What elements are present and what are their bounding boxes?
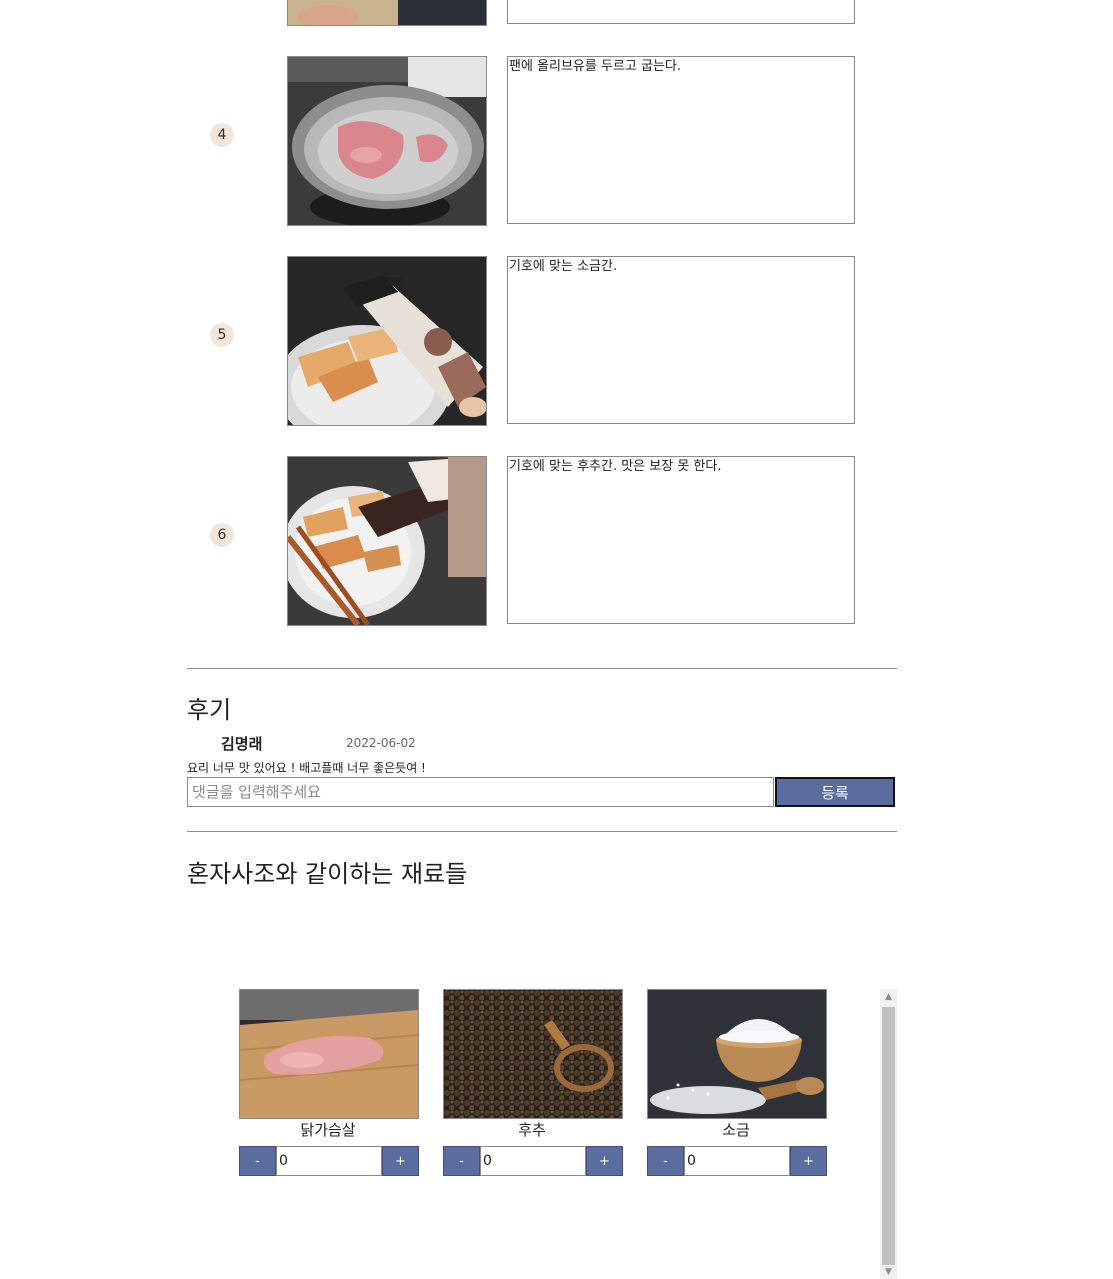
review-date: 2022-06-02 [346, 736, 416, 750]
step-3-photo-icon [288, 0, 486, 25]
ingredients-title: 혼자사조와 같이하는 재료들 [187, 860, 468, 888]
ingredient-image [647, 989, 827, 1119]
step-3-image [287, 0, 487, 26]
ingredient-image [239, 989, 419, 1119]
scroll-up-arrow-icon[interactable]: ▲ [880, 989, 897, 1006]
ingredient-name: 닭가슴살 [300, 1121, 356, 1139]
ingredient-name: 후추 [518, 1121, 546, 1139]
ingredient-name: 소금 [722, 1121, 750, 1139]
step-3-description[interactable] [507, 0, 855, 24]
reviews-title: 후기 [187, 696, 232, 724]
comment-input[interactable] [187, 777, 774, 807]
review-body: 요리 너무 맛 있어요 ! 배고플때 너무 좋은듯여 ! [187, 761, 426, 775]
chicken-breast-photo-icon [240, 990, 418, 1118]
pepper-grinder-photo-icon [288, 457, 486, 625]
decrease-quantity-button[interactable]: - [239, 1146, 276, 1176]
section-divider [187, 668, 897, 669]
pan-with-meat-photo-icon [288, 57, 486, 225]
step-6-description[interactable]: 기호에 맞는 후추간. 맛은 보장 못 한다. [507, 456, 855, 624]
step-number: 5 [210, 323, 234, 347]
increase-quantity-button[interactable]: + [586, 1146, 623, 1176]
step-4-image [287, 56, 487, 226]
increase-quantity-button[interactable]: + [790, 1146, 827, 1176]
step-4-description[interactable]: 팬에 올리브유를 두르고 굽는다. [507, 56, 855, 224]
step-5-description[interactable]: 기호에 맞는 소금간. [507, 256, 855, 424]
section-divider [187, 831, 897, 832]
increase-quantity-button[interactable]: + [382, 1146, 419, 1176]
quantity-input[interactable] [276, 1146, 382, 1176]
step-6-image [287, 456, 487, 626]
decrease-quantity-button[interactable]: - [443, 1146, 480, 1176]
scroll-down-arrow-icon[interactable]: ▼ [880, 1266, 897, 1279]
step-5-image [287, 256, 487, 426]
review-author: 김명래 [221, 735, 263, 753]
salt-shaker-photo-icon [288, 257, 486, 425]
step-number: 4 [210, 123, 234, 147]
step-number: 6 [210, 523, 234, 547]
ingredient-image [443, 989, 623, 1119]
salt-bowl-photo-icon [648, 990, 826, 1118]
quantity-input[interactable] [684, 1146, 790, 1176]
peppercorns-photo-icon [444, 990, 622, 1118]
comment-submit-button[interactable]: 등록 [775, 777, 895, 807]
ingredients-scrollbar-thumb[interactable] [882, 1007, 895, 1265]
decrease-quantity-button[interactable]: - [647, 1146, 684, 1176]
quantity-input[interactable] [480, 1146, 586, 1176]
